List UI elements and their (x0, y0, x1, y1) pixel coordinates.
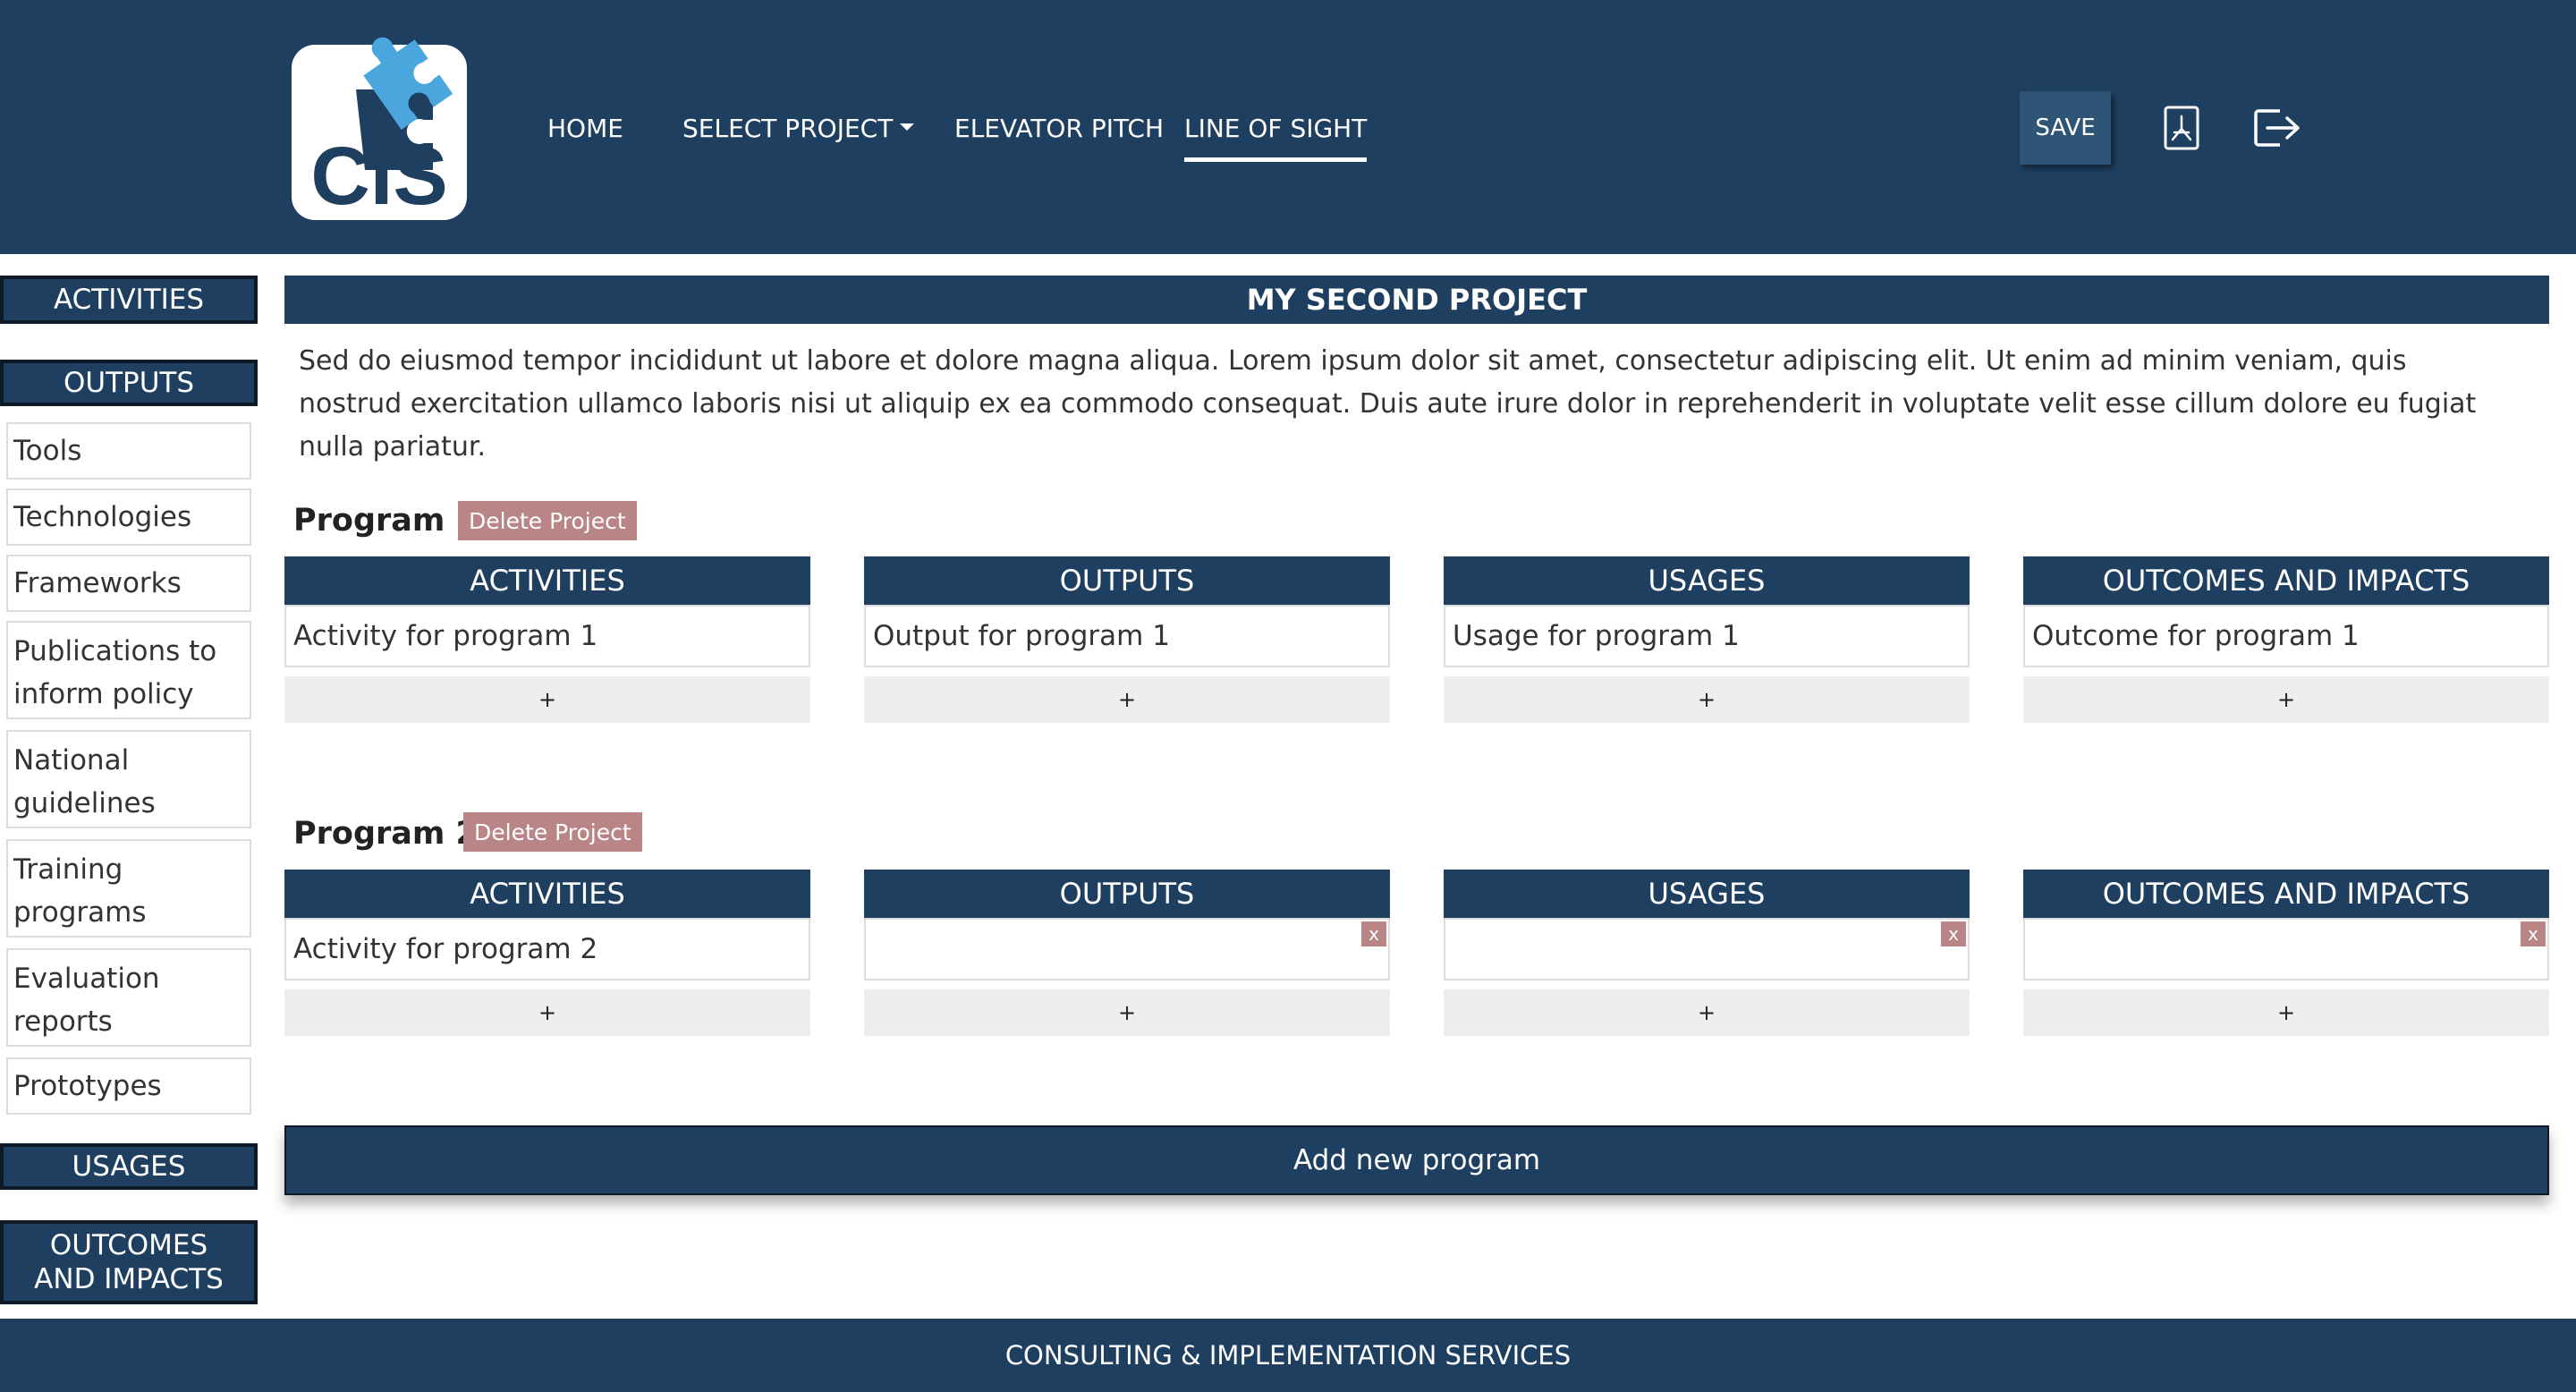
sidebar-outputs[interactable]: OUTPUTS (0, 360, 258, 406)
nav-elevator-pitch-label: ELEVATOR PITCH (954, 114, 1165, 143)
cell-text: Outcome for program 1 (2032, 620, 2360, 652)
footer: CONSULTING & IMPLEMENTATION SERVICES (0, 1319, 2576, 1392)
add-new-program-label: Add new program (1292, 1144, 1541, 1176)
delete-program-button[interactable]: Delete Project (458, 501, 637, 540)
nav-line-of-sight[interactable]: LINE OF SIGHT (1184, 111, 1368, 162)
column-header-activities: ACTIVITIES (284, 870, 810, 918)
remove-cell-button[interactable]: x (1361, 921, 1386, 946)
column-header-usages: USAGES (1444, 556, 1970, 605)
column-header-outcomes: OUTCOMES AND IMPACTS (2023, 556, 2549, 605)
sidebar-outcomes-label: OUTCOMES AND IMPACTS (34, 1229, 224, 1295)
nav-select-project-dropdown[interactable]: SELECT PROJECT (682, 111, 915, 147)
program-cell-activity[interactable]: Activity for program 2 (284, 918, 810, 980)
caret-down-icon (900, 123, 915, 131)
cell-text: Activity for program 1 (293, 620, 598, 652)
sidebar-item-label: Technologies (13, 501, 192, 533)
add-output-button[interactable]: + (864, 989, 1390, 1036)
column-header-label: USAGES (1648, 564, 1766, 598)
remove-cell-button[interactable]: x (2521, 921, 2546, 946)
add-output-button[interactable]: + (864, 676, 1390, 723)
add-outcome-button[interactable]: + (2023, 989, 2549, 1036)
save-button-label: SAVE (2035, 115, 2096, 141)
column-header-outputs: OUTPUTS (864, 870, 1390, 918)
add-new-program-button[interactable]: Add new program (284, 1125, 2549, 1195)
add-outcome-button[interactable]: + (2023, 676, 2549, 723)
project-description: Sed do eiusmod tempor incididunt ut labo… (299, 345, 2477, 463)
active-tab-indicator (1184, 157, 1368, 162)
sidebar-item-technologies[interactable]: Technologies (6, 488, 251, 546)
cell-text: Usage for program 1 (1453, 620, 1740, 652)
logout-icon[interactable] (2253, 107, 2301, 149)
project-title: MY SECOND PROJECT (1246, 283, 1588, 317)
sidebar-outputs-label: OUTPUTS (63, 367, 195, 399)
save-button[interactable]: SAVE (2020, 91, 2111, 165)
sidebar-item-national-guidelines[interactable]: National guidelines (6, 730, 251, 828)
program-cell-usage[interactable]: x (1444, 918, 1970, 980)
delete-button-label: Delete Project (474, 819, 631, 845)
cis-logo[interactable]: CIS (292, 32, 470, 224)
sidebar-item-prototypes[interactable]: Prototypes (6, 1057, 251, 1115)
sidebar-item-label: Frameworks (13, 567, 182, 599)
column-header-label: USAGES (1648, 877, 1766, 911)
nav-home-label: HOME (547, 114, 623, 143)
program-cell-output[interactable]: Output for program 1 (864, 605, 1390, 667)
sidebar-item-label: Prototypes (13, 1070, 162, 1102)
remove-cell-button[interactable]: x (1941, 921, 1966, 946)
project-title-bar: MY SECOND PROJECT (284, 276, 2549, 324)
sidebar-item-label: Publications to inform policy (13, 635, 217, 710)
delete-button-label: Delete Project (469, 507, 626, 534)
column-header-label: OUTCOMES AND IMPACTS (2102, 877, 2470, 911)
sidebar-item-frameworks[interactable]: Frameworks (6, 555, 251, 612)
column-header-label: OUTPUTS (1059, 877, 1195, 911)
program-cell-outcome[interactable]: Outcome for program 1 (2023, 605, 2549, 667)
sidebar-item-evaluation-reports[interactable]: Evaluation reports (6, 948, 251, 1047)
add-usage-button[interactable]: + (1444, 676, 1970, 723)
program-cell-output[interactable]: x (864, 918, 1390, 980)
nav-line-of-sight-label: LINE OF SIGHT (1184, 114, 1368, 143)
cell-text: Activity for program 2 (293, 933, 598, 965)
column-header-label: OUTCOMES AND IMPACTS (2102, 564, 2470, 598)
column-header-label: OUTPUTS (1059, 564, 1195, 598)
nav-select-project-label: SELECT PROJECT (682, 114, 894, 143)
add-activity-button[interactable]: + (284, 989, 810, 1036)
sidebar-activities[interactable]: ACTIVITIES (0, 276, 258, 324)
sidebar-usages-label: USAGES (72, 1150, 186, 1183)
sidebar-item-label: Training programs (13, 853, 147, 929)
svg-text:CIS: CIS (310, 131, 447, 222)
program-cell-usage[interactable]: Usage for program 1 (1444, 605, 1970, 667)
column-header-outputs: OUTPUTS (864, 556, 1390, 605)
nav-elevator-pitch[interactable]: ELEVATOR PITCH (954, 111, 1164, 147)
program-title: Program 1 (293, 503, 478, 539)
program-cell-outcome[interactable]: x (2023, 918, 2549, 980)
program-title: Program 2 (293, 816, 478, 852)
nav-home[interactable]: HOME (547, 111, 623, 147)
pdf-icon[interactable] (2164, 106, 2199, 150)
program-cell-activity[interactable]: Activity for program 1 (284, 605, 810, 667)
sidebar-item-label: Evaluation reports (13, 963, 160, 1038)
sidebar-item-training-programs[interactable]: Training programs (6, 839, 251, 938)
column-header-label: ACTIVITIES (470, 564, 625, 598)
delete-program-button[interactable]: Delete Project (463, 812, 642, 852)
cell-text: Output for program 1 (873, 620, 1170, 652)
sidebar-usages[interactable]: USAGES (0, 1143, 258, 1190)
sidebar-item-label: National guidelines (13, 744, 156, 819)
column-header-usages: USAGES (1444, 870, 1970, 918)
add-activity-button[interactable]: + (284, 676, 810, 723)
column-header-label: ACTIVITIES (470, 877, 625, 911)
sidebar-activities-label: ACTIVITIES (53, 284, 205, 316)
column-header-outcomes: OUTCOMES AND IMPACTS (2023, 870, 2549, 918)
sidebar-item-tools[interactable]: Tools (6, 422, 251, 480)
header: CIS HOME SELECT PROJECT ELEVATOR PITCH L… (0, 0, 2576, 254)
add-usage-button[interactable]: + (1444, 989, 1970, 1036)
column-header-activities: ACTIVITIES (284, 556, 810, 605)
sidebar-item-publications[interactable]: Publications to inform policy (6, 621, 251, 719)
footer-text: CONSULTING & IMPLEMENTATION SERVICES (1004, 1340, 1572, 1371)
sidebar-outcomes-and-impacts[interactable]: OUTCOMES AND IMPACTS (0, 1220, 258, 1304)
sidebar-item-label: Tools (13, 435, 82, 467)
